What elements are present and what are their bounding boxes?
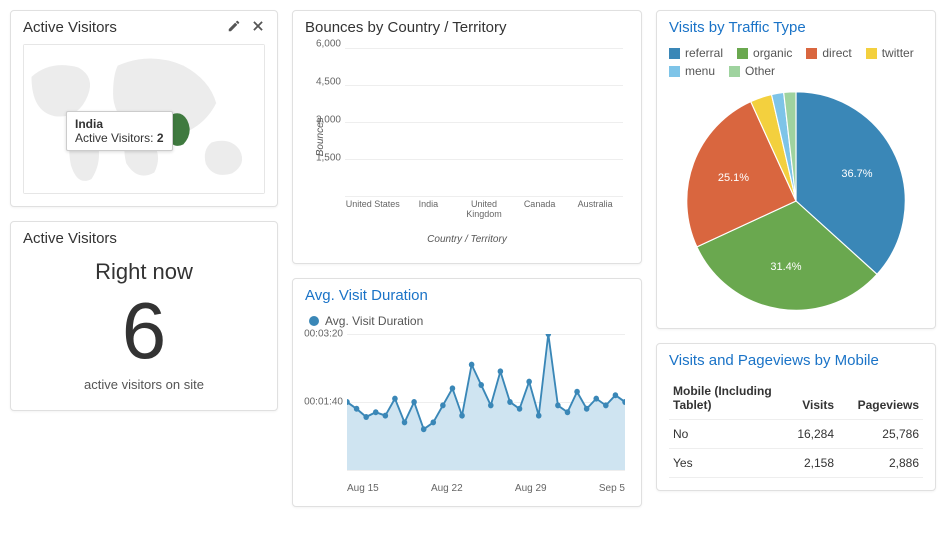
traffic-type-card: Visits by Traffic Type referral organic di… bbox=[656, 10, 936, 329]
legend-item-direct[interactable]: direct bbox=[806, 46, 851, 60]
legend-item-menu[interactable]: menu bbox=[669, 64, 715, 78]
card-title: Active Visitors bbox=[23, 230, 117, 247]
line-point[interactable] bbox=[363, 414, 369, 420]
line-point[interactable] bbox=[498, 368, 504, 374]
line-legend: Avg. Visit Duration bbox=[305, 312, 629, 334]
col-visits: Visits bbox=[783, 377, 838, 420]
table-row: Yes 2,158 2,886 bbox=[669, 449, 923, 478]
line-point[interactable] bbox=[430, 419, 436, 425]
line-point[interactable] bbox=[383, 413, 389, 419]
map-tooltip: India Active Visitors: 2 bbox=[66, 111, 173, 151]
right-now-sub: active visitors on site bbox=[23, 377, 265, 392]
legend-swatch-icon bbox=[806, 48, 817, 59]
line-point[interactable] bbox=[392, 396, 398, 402]
legend-item-organic[interactable]: organic bbox=[737, 46, 792, 60]
line-point[interactable] bbox=[411, 399, 417, 405]
line-point[interactable] bbox=[478, 382, 484, 388]
card-title: Active Visitors bbox=[23, 19, 117, 36]
tooltip-metric-label: Active Visitors: bbox=[75, 131, 153, 145]
line-point[interactable] bbox=[450, 385, 456, 391]
mobile-table: Mobile (Including Tablet) Visits Pagevie… bbox=[669, 377, 923, 478]
right-now-card: Active Visitors Right now 6 active visit… bbox=[10, 221, 278, 411]
traffic-type-pie-chart: 36.7% 31.4% 25.1% bbox=[681, 86, 911, 316]
line-point[interactable] bbox=[546, 334, 552, 337]
line-point[interactable] bbox=[517, 406, 523, 412]
legend-item-twitter[interactable]: twitter bbox=[866, 46, 914, 60]
legend-dot-icon bbox=[309, 316, 319, 326]
line-point[interactable] bbox=[507, 399, 513, 405]
tooltip-metric-value: 2 bbox=[157, 131, 164, 145]
line-point[interactable] bbox=[574, 389, 580, 395]
legend-label: Avg. Visit Duration bbox=[325, 314, 423, 328]
card-title: Avg. Visit Duration bbox=[305, 287, 428, 304]
legend-swatch-icon bbox=[737, 48, 748, 59]
close-icon[interactable] bbox=[251, 19, 265, 36]
col-pageviews: Pageviews bbox=[838, 377, 923, 420]
right-now-value: 6 bbox=[23, 291, 265, 371]
line-point[interactable] bbox=[593, 396, 599, 402]
line-point[interactable] bbox=[459, 413, 465, 419]
line-point[interactable] bbox=[584, 406, 590, 412]
active-visitors-map-card: Active Visitors bbox=[10, 10, 278, 207]
line-point[interactable] bbox=[613, 392, 619, 398]
line-point[interactable] bbox=[488, 402, 494, 408]
tooltip-country: India bbox=[75, 117, 103, 131]
legend-swatch-icon bbox=[866, 48, 877, 59]
line-point[interactable] bbox=[603, 402, 609, 408]
legend-swatch-icon bbox=[669, 48, 680, 59]
bounces-bar-chart: Bounces 1,5003,0004,5006,000 United Stat… bbox=[305, 44, 629, 234]
pie-label: 25.1% bbox=[718, 172, 749, 184]
bar-x-axis-label: Country / Territory bbox=[305, 234, 629, 251]
line-point[interactable] bbox=[565, 409, 571, 415]
line-point[interactable] bbox=[440, 402, 446, 408]
pie-label: 36.7% bbox=[841, 168, 872, 180]
card-title: Visits by Traffic Type bbox=[669, 19, 806, 36]
world-map[interactable]: India Active Visitors: 2 bbox=[23, 44, 265, 194]
line-point[interactable] bbox=[555, 402, 561, 408]
legend-item-other[interactable]: Other bbox=[729, 64, 775, 78]
right-now-label: Right now bbox=[23, 259, 265, 285]
line-point[interactable] bbox=[469, 362, 475, 368]
edit-icon[interactable] bbox=[227, 19, 241, 36]
avg-duration-card: Avg. Visit Duration Avg. Visit Duration … bbox=[292, 278, 642, 507]
card-header: Active Visitors bbox=[11, 11, 277, 40]
legend-swatch-icon bbox=[669, 66, 680, 77]
table-row: No 16,284 25,786 bbox=[669, 420, 923, 449]
pie-label: 31.4% bbox=[770, 261, 801, 273]
card-title: Bounces by Country / Territory bbox=[305, 19, 506, 36]
line-point[interactable] bbox=[354, 406, 360, 412]
line-point[interactable] bbox=[402, 419, 408, 425]
legend-swatch-icon bbox=[729, 66, 740, 77]
line-point[interactable] bbox=[536, 413, 542, 419]
line-point[interactable] bbox=[373, 409, 379, 415]
line-point[interactable] bbox=[421, 426, 427, 432]
card-title: Visits and Pageviews by Mobile bbox=[669, 352, 879, 369]
line-point[interactable] bbox=[526, 379, 532, 385]
bounces-card: Bounces by Country / Territory Bounces 1… bbox=[292, 10, 642, 264]
avg-duration-line-chart: 00:01:4000:03:20 Aug 15Aug 22Aug 29Sep 5 bbox=[305, 334, 629, 494]
pie-legend: referral organic direct twitter menu Other bbox=[669, 44, 923, 86]
legend-item-referral[interactable]: referral bbox=[669, 46, 723, 60]
mobile-card: Visits and Pageviews by Mobile Mobile (I… bbox=[656, 343, 936, 491]
col-mobile: Mobile (Including Tablet) bbox=[669, 377, 783, 420]
